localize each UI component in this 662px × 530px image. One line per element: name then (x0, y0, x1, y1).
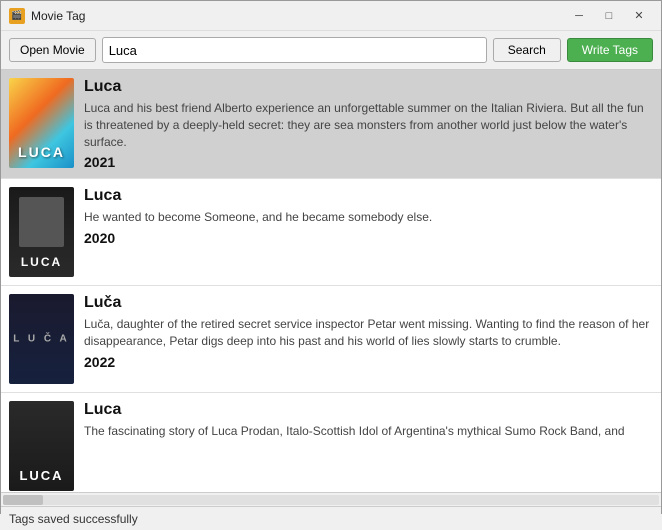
open-movie-button[interactable]: Open Movie (9, 38, 96, 62)
list-item[interactable]: Luca The fascinating story of Luca Prodan… (1, 393, 661, 492)
hscroll-thumb[interactable] (3, 495, 43, 505)
list-item[interactable]: Luča Luča, daughter of the retired secret… (1, 286, 661, 393)
movie-description: Luča, daughter of the retired secret ser… (84, 316, 653, 350)
content-area: Luca Luca and his best friend Alberto exp… (1, 70, 661, 492)
movie-description: He wanted to become Someone, and he beca… (84, 209, 653, 226)
movie-info: Luca He wanted to become Someone, and he … (84, 187, 653, 277)
window-controls: ─ □ ✕ (565, 6, 653, 26)
movie-year: 2022 (84, 354, 653, 370)
movie-poster (9, 401, 74, 491)
search-button[interactable]: Search (493, 38, 561, 62)
app-icon: 🎬 (9, 8, 25, 24)
app-title: Movie Tag (31, 9, 565, 23)
results-list[interactable]: Luca Luca and his best friend Alberto exp… (1, 70, 661, 492)
horizontal-scrollbar[interactable] (1, 492, 661, 506)
maximize-button[interactable]: □ (595, 6, 623, 26)
status-bar: Tags saved successfully (1, 506, 661, 530)
movie-title: Luca (84, 401, 653, 419)
movie-info: Luca Luca and his best friend Alberto exp… (84, 78, 653, 170)
search-input[interactable] (102, 37, 487, 63)
movie-poster (9, 78, 74, 168)
movie-poster (9, 187, 74, 277)
toolbar: Open Movie Search Write Tags (1, 31, 661, 70)
write-tags-button[interactable]: Write Tags (567, 38, 653, 62)
list-item[interactable]: Luca Luca and his best friend Alberto exp… (1, 70, 661, 179)
movie-title: Luca (84, 78, 653, 96)
movie-year: 2021 (84, 154, 653, 170)
title-bar: 🎬 Movie Tag ─ □ ✕ (1, 1, 661, 31)
list-item[interactable]: Luca He wanted to become Someone, and he … (1, 179, 661, 286)
movie-title: Luča (84, 294, 653, 312)
movie-info: Luča Luča, daughter of the retired secret… (84, 294, 653, 384)
movie-year: 2020 (84, 230, 653, 246)
movie-poster (9, 294, 74, 384)
close-button[interactable]: ✕ (625, 6, 653, 26)
movie-info: Luca The fascinating story of Luca Prodan… (84, 401, 653, 491)
movie-description: Luca and his best friend Alberto experie… (84, 100, 653, 150)
movie-description: The fascinating story of Luca Prodan, It… (84, 423, 653, 440)
hscroll-track (3, 495, 659, 505)
minimize-button[interactable]: ─ (565, 6, 593, 26)
movie-title: Luca (84, 187, 653, 205)
